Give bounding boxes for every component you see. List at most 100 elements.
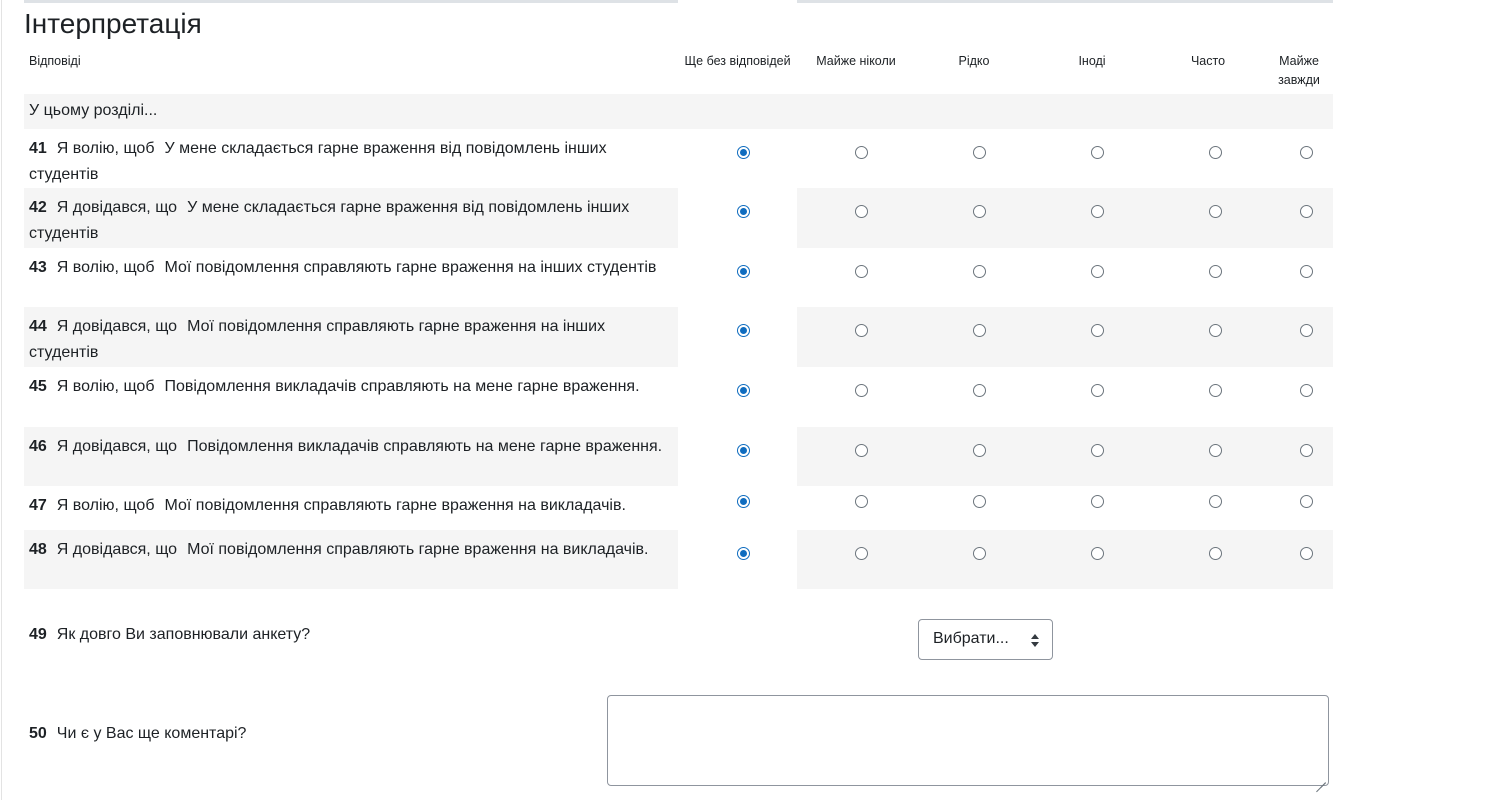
question-row: 47 Я волію, щоб Мої повідомлення справляют… (24, 486, 1333, 530)
radio-sometimes[interactable] (1091, 205, 1104, 218)
question-49: 49 Як довго Ви заповнювали анкету? (29, 626, 310, 644)
radio-rarely[interactable] (973, 444, 986, 457)
page-left-border (1, 0, 2, 800)
question-number: 45 (29, 378, 47, 395)
radio-no-answer[interactable] (737, 265, 750, 278)
radio-often[interactable] (1209, 324, 1222, 337)
radio-rarely[interactable] (973, 146, 986, 159)
section-intro-row: У цьому розділі... (24, 94, 1333, 129)
question-prefix: Я волію, щоб (56, 140, 155, 157)
radio-no-answer[interactable] (737, 205, 750, 218)
question-row: 44 Я довідався, що Мої повідомлення справл… (24, 307, 1333, 367)
question-label: 42 Я довідався, що У мене складається гарн… (29, 195, 669, 246)
radio-sometimes[interactable] (1091, 384, 1104, 397)
question-text-cell: 41 Я волію, щоб У мене складається гарне в… (24, 129, 678, 188)
radio-no-answer[interactable] (737, 384, 750, 397)
question-prefix: Я довідався, що (56, 541, 178, 558)
radio-sometimes[interactable] (1091, 444, 1104, 457)
question-text-cell: 47 Я волію, щоб Мої повідомлення справляют… (24, 486, 678, 530)
radio-no-answer[interactable] (737, 495, 750, 508)
radio-sometimes[interactable] (1091, 146, 1104, 159)
question-number: 48 (29, 541, 47, 558)
radio-almost-always[interactable] (1300, 205, 1313, 218)
radio-almost-never[interactable] (855, 205, 868, 218)
radio-rarely[interactable] (973, 205, 986, 218)
radio-rarely[interactable] (973, 547, 986, 560)
radio-no-answer[interactable] (737, 146, 750, 159)
radio-rarely[interactable] (973, 495, 986, 508)
column-header-rarely: Рідко (958, 54, 990, 68)
question-row: 46 Я довідався, що Повідомлення викладачів… (24, 427, 1333, 486)
radio-almost-always[interactable] (1300, 495, 1313, 508)
question-statement: Мої повідомлення справляють гарне вражен… (187, 541, 649, 558)
radio-rarely[interactable] (973, 265, 986, 278)
question-options-cell (797, 307, 1333, 367)
question-text-cell: 48 Я довідався, що Мої повідомлення справл… (24, 530, 678, 589)
question-number: 47 (29, 497, 47, 514)
radio-almost-always[interactable] (1300, 265, 1313, 278)
radio-almost-always[interactable] (1300, 444, 1313, 457)
radio-no-answer[interactable] (737, 444, 750, 457)
column-header-almost-never: Майже ніколи (816, 54, 896, 68)
question-label: 43 Я волію, щоб Мої повідомлення справляют… (29, 255, 669, 281)
question-label: 44 Я довідався, що Мої повідомлення справл… (29, 314, 669, 365)
radio-often[interactable] (1209, 384, 1222, 397)
radio-rarely[interactable] (973, 324, 986, 337)
radio-often[interactable] (1209, 146, 1222, 159)
radio-almost-always[interactable] (1300, 384, 1313, 397)
radio-sometimes[interactable] (1091, 495, 1104, 508)
question-number: 44 (29, 318, 47, 335)
comments-textarea[interactable] (607, 695, 1329, 786)
question-options-cell (797, 188, 1333, 248)
radio-often[interactable] (1209, 495, 1222, 508)
radio-almost-never[interactable] (855, 384, 868, 397)
radio-almost-always[interactable] (1300, 146, 1313, 159)
radio-sometimes[interactable] (1091, 547, 1104, 560)
question-text-cell: 46 Я довідався, що Повідомлення викладачів… (24, 427, 678, 486)
radio-almost-never[interactable] (855, 324, 868, 337)
radio-almost-never[interactable] (855, 547, 868, 560)
question-options-cell (797, 367, 1333, 427)
radio-almost-never[interactable] (855, 495, 868, 508)
question-label: 45 Я волію, щоб Повідомлення викладачів сп… (29, 374, 669, 400)
question-row: 42 Я довідався, що У мене складається гарн… (24, 188, 1333, 248)
radio-no-answer[interactable] (737, 324, 750, 337)
duration-select[interactable]: Вибрати... (918, 619, 1053, 660)
question-prefix: Я довідався, що (56, 318, 178, 335)
previous-row-edge (797, 0, 1333, 3)
radio-almost-never[interactable] (855, 444, 868, 457)
question-statement: Повідомлення викладачів справляють на ме… (164, 378, 640, 395)
question-text: Чи є у Вас ще коментарі? (56, 725, 247, 742)
radio-no-answer[interactable] (737, 547, 750, 560)
question-prefix: Я довідався, що (56, 199, 178, 216)
radio-almost-always[interactable] (1300, 324, 1313, 337)
question-text: Як довго Ви заповнювали анкету? (56, 626, 311, 643)
question-options-cell (797, 129, 1333, 188)
question-text-cell: 42 Я довідався, що У мене складається гарн… (24, 188, 678, 248)
radio-rarely[interactable] (973, 384, 986, 397)
question-label: 48 Я довідався, що Мої повідомлення справл… (29, 537, 669, 563)
question-row: 45 Я волію, щоб Повідомлення викладачів сп… (24, 367, 1333, 427)
question-options-cell (797, 248, 1333, 307)
question-row: 41 Я волію, щоб У мене складається гарне в… (24, 129, 1333, 188)
radio-sometimes[interactable] (1091, 265, 1104, 278)
column-header-sometimes: Іноді (1078, 54, 1106, 68)
radio-almost-always[interactable] (1300, 547, 1313, 560)
radio-often[interactable] (1209, 444, 1222, 457)
radio-almost-never[interactable] (855, 265, 868, 278)
radio-often[interactable] (1209, 265, 1222, 278)
question-row: 48 Я довідався, що Мої повідомлення справл… (24, 530, 1333, 589)
question-number: 42 (29, 199, 47, 216)
radio-often[interactable] (1209, 547, 1222, 560)
question-number: 46 (29, 438, 47, 455)
question-statement: Повідомлення викладачів справляють на ме… (187, 438, 663, 455)
question-prefix: Я довідався, що (56, 438, 178, 455)
column-header-almost-always: Майже завжди (1278, 54, 1320, 87)
radio-sometimes[interactable] (1091, 324, 1104, 337)
radio-almost-never[interactable] (855, 146, 868, 159)
resize-grip-icon[interactable] (1316, 773, 1326, 783)
question-options-cell (797, 427, 1333, 486)
question-statement: Мої повідомлення справляють гарне вражен… (164, 497, 626, 514)
question-label: 46 Я довідався, що Повідомлення викладачів… (29, 434, 669, 460)
radio-often[interactable] (1209, 205, 1222, 218)
